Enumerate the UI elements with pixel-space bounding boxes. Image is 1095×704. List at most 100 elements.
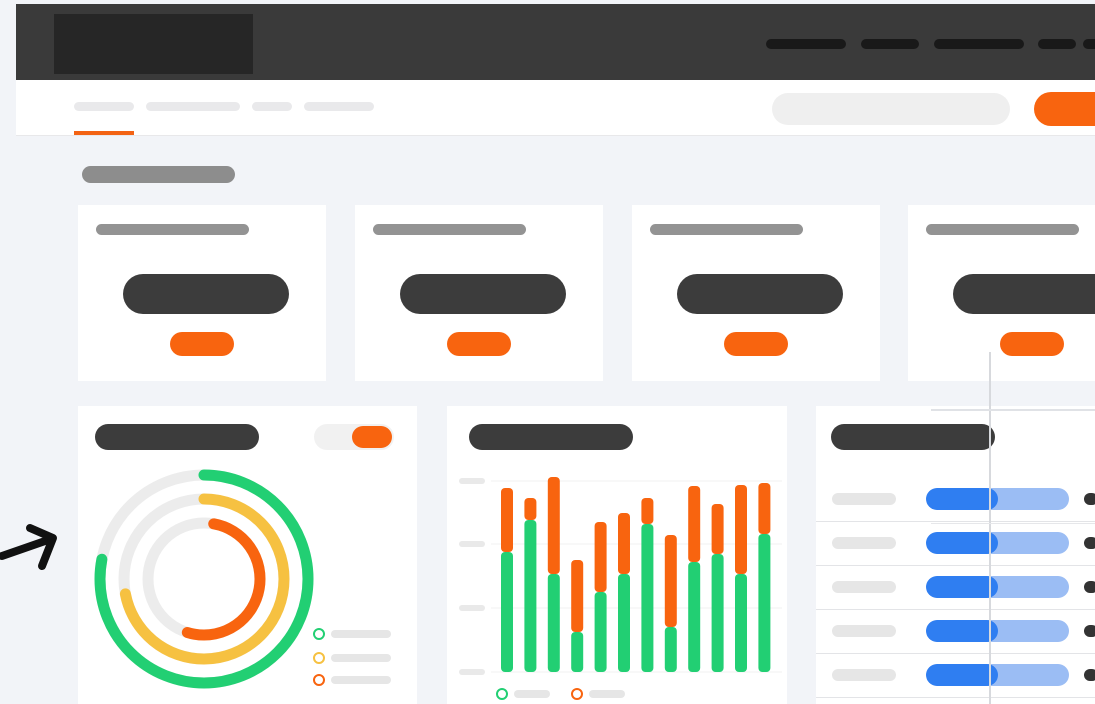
legend-label [331,676,391,684]
row-value [1084,581,1095,593]
row-value [1084,537,1095,549]
legend-swatch-icon [496,688,508,700]
table-row[interactable] [816,478,1095,522]
bar-segment-green[interactable] [735,574,747,672]
kpi-card-1[interactable] [78,205,326,381]
tab-2[interactable] [146,102,240,111]
table-row[interactable] [816,522,1095,566]
top-app-bar [16,4,1095,80]
tab-1[interactable] [74,102,134,111]
legend-label [331,654,391,662]
progress-fill [926,664,998,686]
legend-swatch-icon [313,628,325,640]
y-tick-label [459,669,485,675]
row-label [832,493,896,505]
primary-action-button[interactable] [1034,92,1095,126]
tab-3[interactable] [252,102,292,111]
row-label [832,669,896,681]
row-value [1084,493,1095,505]
kpi-label [926,224,1079,235]
bar-segment-orange[interactable] [664,535,677,627]
y-tick-label [459,605,485,611]
bar-segment-green[interactable] [571,632,584,672]
kpi-delta-badge [447,332,511,356]
progress-fill [926,488,998,510]
page-title [82,166,235,183]
y-tick-label [459,541,485,547]
table-panel [816,406,1095,704]
kpi-value [677,274,843,314]
top-nav-item-2[interactable] [861,39,919,49]
bar-segment-green[interactable] [758,534,771,672]
bar-segment-green[interactable] [594,592,607,672]
bar-segment-orange[interactable] [571,560,584,632]
progress-fill [926,532,998,554]
kpi-value [953,274,1095,314]
kpi-card-4[interactable] [908,205,1095,381]
bar-segment-orange[interactable] [641,498,654,524]
table-row[interactable] [816,654,1095,698]
row-label [832,625,896,637]
top-nav-item-4[interactable] [1038,39,1076,49]
bar-segment-green[interactable] [641,524,654,672]
bar-segment-green[interactable] [547,574,560,672]
kpi-delta-badge [724,332,788,356]
row-value [1084,625,1095,637]
table-row[interactable] [816,566,1095,610]
guide-line-vertical [989,352,991,704]
kpi-label [650,224,803,235]
ring-arc-2 [142,517,266,641]
row-progress-bar [926,664,1069,686]
bar-segment-green[interactable] [524,520,537,672]
search-input[interactable] [772,93,1010,125]
dashboard-page [0,0,1095,704]
row-value [1084,669,1095,681]
row-progress-bar [926,532,1069,554]
hand-drawn-arrow-icon [0,524,57,570]
bar-segment-green[interactable] [618,574,630,672]
panel-title [831,424,995,450]
table-row[interactable] [816,610,1095,654]
bar-segment-orange[interactable] [547,477,560,574]
bar-segment-orange[interactable] [711,504,724,554]
legend-label [331,630,391,638]
bar-segment-green[interactable] [664,627,677,672]
kpi-delta-badge [1000,332,1064,356]
bar-segment-orange[interactable] [501,488,513,552]
kpi-value [400,274,566,314]
secondary-nav [16,80,1095,136]
legend-label [514,690,550,698]
guide-line-horizontal [931,523,1095,524]
bar-segment-green[interactable] [688,562,701,672]
radial-chart-panel [78,406,417,704]
kpi-card-2[interactable] [355,205,603,381]
bar-segment-orange[interactable] [594,522,607,592]
top-nav-item-3[interactable] [934,39,1024,49]
bar-chart-panel [447,406,787,704]
bar-segment-green[interactable] [501,552,513,672]
bar-segment-green[interactable] [711,554,724,672]
y-tick-label [459,478,485,484]
legend-swatch-icon [313,674,325,686]
row-progress-bar [926,576,1069,598]
bar-segment-orange[interactable] [618,513,630,574]
guide-line-horizontal [931,409,1095,411]
stacked-bar-chart [459,477,782,675]
tab-4[interactable] [304,102,374,111]
kpi-label [373,224,526,235]
active-tab-indicator [74,131,134,135]
top-nav-item-5[interactable] [1083,39,1095,49]
bar-segment-orange[interactable] [735,485,747,574]
bar-segment-orange[interactable] [688,486,701,562]
top-nav-item-1[interactable] [766,39,846,49]
kpi-card-3[interactable] [632,205,880,381]
kpi-value [123,274,289,314]
progress-fill [926,576,998,598]
legend-swatch-icon [571,688,583,700]
bar-segment-orange[interactable] [524,498,537,520]
app-logo[interactable] [54,14,253,74]
progress-fill [926,620,998,642]
legend-label [589,690,625,698]
bar-segment-orange[interactable] [758,483,771,534]
row-progress-bar [926,488,1069,510]
